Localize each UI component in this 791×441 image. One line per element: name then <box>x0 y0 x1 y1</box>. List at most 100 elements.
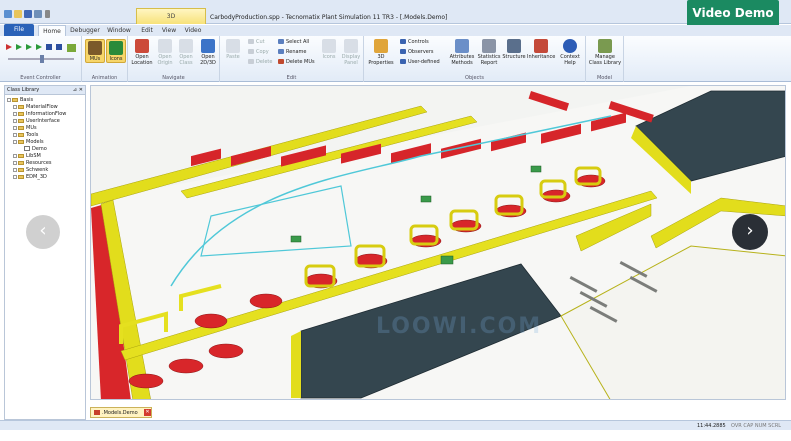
carousel-prev-button[interactable]: ‹ <box>26 215 60 249</box>
tree-item-label: Tools <box>26 132 39 138</box>
expand-toggle-icon[interactable] <box>13 125 17 130</box>
folder-icon <box>18 160 24 165</box>
ribbon: Event Controller MUs Icons Animation Ope… <box>0 36 791 82</box>
open-class-label: Open Class <box>179 54 193 66</box>
group-label-objects: Objects <box>465 75 484 81</box>
expand-toggle-icon[interactable] <box>13 167 17 172</box>
group-objects: 3D Properties Controls Observers User-de… <box>364 36 586 82</box>
tree-item[interactable]: Schwenk <box>5 167 85 174</box>
inheritance-button[interactable]: Inheritance <box>527 39 555 60</box>
expand-toggle-icon[interactable] <box>13 132 17 137</box>
tree-item[interactable]: EDM_3D <box>5 174 85 181</box>
copy-button[interactable]: Copy <box>248 49 269 56</box>
group-label-event-controller: Event Controller <box>20 75 61 81</box>
open-location-button[interactable]: Open Location <box>130 39 154 66</box>
select-all-button[interactable]: Select All <box>278 39 309 46</box>
pin-icon[interactable]: ⊿ <box>73 86 77 95</box>
file-tab[interactable]: File <box>4 24 34 36</box>
rename-button[interactable]: Rename <box>278 49 307 56</box>
tree-item[interactable]: Demo <box>5 146 85 153</box>
display-panel-button[interactable]: Display Panel <box>340 39 362 66</box>
plant-3d-scene[interactable] <box>91 86 786 400</box>
group-label-model: Model <box>596 75 612 81</box>
folder-icon <box>18 104 24 109</box>
open-class-button[interactable]: Open Class <box>176 39 196 66</box>
expand-toggle-icon[interactable] <box>13 104 17 109</box>
mus-icon <box>88 41 102 55</box>
watermark: LOOWI.COM <box>376 314 543 339</box>
tree-item[interactable]: InformationFlow <box>5 111 85 118</box>
expand-toggle-icon[interactable] <box>13 139 17 144</box>
start-icon[interactable] <box>16 44 22 50</box>
cut-button[interactable]: Cut <box>248 39 265 46</box>
group-animation: MUs Icons Animation <box>82 36 128 82</box>
speed-slider-thumb[interactable] <box>40 55 44 63</box>
tree-item[interactable]: Tools <box>5 132 85 139</box>
open-2d3d-button[interactable]: Open 2D/3D <box>197 39 219 66</box>
tree-item[interactable]: MUs <box>5 125 85 132</box>
tree-item[interactable]: Resources <box>5 160 85 167</box>
3d-properties-label: 3D Properties <box>368 54 394 66</box>
icons-editor-button[interactable]: Icons <box>320 39 338 60</box>
tab-video[interactable]: Video <box>183 25 203 36</box>
attributes-methods-button[interactable]: Attributes Methods <box>448 39 476 66</box>
group-event-controller: Event Controller <box>0 36 82 82</box>
panel-title-bar: Class Library ⊿ ✕ <box>5 86 85 95</box>
controls-button[interactable]: Controls <box>400 39 429 46</box>
new-file-icon[interactable] <box>14 10 22 18</box>
expand-toggle-icon[interactable] <box>13 111 17 116</box>
tree-item[interactable]: Basis <box>5 97 85 104</box>
attributes-methods-label: Attributes Methods <box>449 54 475 66</box>
tab-view[interactable]: View <box>160 25 178 36</box>
status-bar: 11:44.2885 OVR CAP NUM SCRL <box>0 420 791 430</box>
manage-class-library-button[interactable]: Manage Class Library <box>588 39 622 66</box>
tab-debugger[interactable]: Debugger <box>68 25 102 36</box>
tree-item-label: Resources <box>26 160 52 166</box>
event-list-icon[interactable] <box>67 44 76 52</box>
paste-button[interactable]: Paste <box>222 39 244 60</box>
print-icon[interactable] <box>34 10 42 18</box>
user-defined-button[interactable]: User-defined <box>400 59 440 66</box>
context-help-button[interactable]: Context Help <box>557 39 583 66</box>
3d-properties-button[interactable]: 3D Properties <box>366 39 396 66</box>
delete-button[interactable]: Delete <box>248 59 272 66</box>
expand-toggle-icon[interactable] <box>13 153 17 158</box>
stop-icon[interactable] <box>46 44 52 50</box>
tree-item[interactable]: LibSM <box>5 153 85 160</box>
tree-item[interactable]: UserInterface <box>5 118 85 125</box>
expand-toggle-icon[interactable] <box>13 118 17 123</box>
observers-label: Observers <box>408 49 434 55</box>
statistics-report-button[interactable]: Statistics Report <box>477 39 501 66</box>
carousel-next-button[interactable]: › <box>732 214 768 250</box>
3d-viewport[interactable]: LOOWI.COM <box>90 85 786 400</box>
open-origin-button[interactable]: Open Origin <box>155 39 175 66</box>
structure-button[interactable]: Structure <box>502 39 526 60</box>
observers-button[interactable]: Observers <box>400 49 434 56</box>
icons-button[interactable]: Icons <box>106 39 126 63</box>
context-tab-3d[interactable]: 3D <box>136 8 206 24</box>
tab-edit[interactable]: Edit <box>138 25 156 36</box>
step-icon[interactable] <box>26 44 32 50</box>
mus-button[interactable]: MUs <box>85 39 105 63</box>
expand-toggle-icon[interactable] <box>13 160 17 165</box>
app-icon[interactable] <box>4 10 12 18</box>
panel-close-icon[interactable]: ✕ <box>79 86 83 95</box>
tree-item[interactable]: MaterialFlow <box>5 104 85 111</box>
pause-icon[interactable] <box>56 44 62 50</box>
tree-item[interactable]: Models <box>5 139 85 146</box>
document-tab-close-icon[interactable]: ✕ <box>144 409 151 416</box>
video-demo-badge[interactable]: Video Demo <box>687 0 779 27</box>
fast-forward-icon[interactable] <box>36 44 42 50</box>
document-tab[interactable]: .Models.Demo <box>90 407 152 418</box>
customize-quick-access-icon[interactable] <box>45 10 50 18</box>
reset-icon[interactable] <box>6 44 12 50</box>
expand-toggle-icon[interactable] <box>7 97 11 102</box>
save-icon[interactable] <box>24 10 32 18</box>
class-icon <box>179 39 193 53</box>
tree-item-label: InformationFlow <box>26 111 67 117</box>
delete-mus-button[interactable]: Delete MUs <box>278 59 315 66</box>
attributes-icon <box>455 39 469 53</box>
tab-window[interactable]: Window <box>104 25 134 36</box>
tab-home[interactable]: Home <box>38 25 66 36</box>
expand-toggle-icon[interactable] <box>13 174 17 179</box>
